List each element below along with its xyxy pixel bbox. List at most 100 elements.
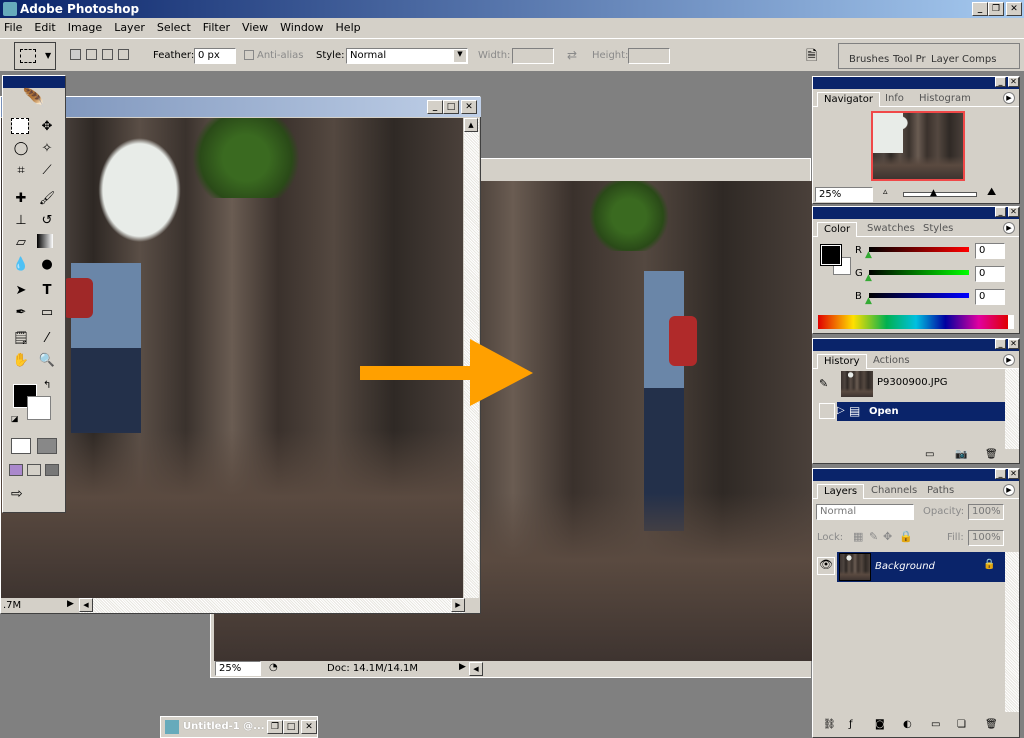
tool-preset-picker[interactable]: ▼	[14, 42, 56, 70]
restore-button[interactable]: ❐	[267, 720, 283, 734]
tab-histogram[interactable]: Histogram	[913, 92, 977, 107]
file-browser-icon[interactable]: 🗎	[806, 45, 828, 65]
default-colors-icon[interactable]: ◪	[11, 414, 19, 423]
new-layer-icon[interactable]: ❏	[957, 719, 966, 730]
layer-mask-icon[interactable]: ◙	[875, 719, 885, 730]
lock-all-icon[interactable]: 🔒	[899, 530, 913, 543]
tab-channels[interactable]: Channels	[865, 484, 923, 499]
menu-view[interactable]: View	[242, 21, 268, 38]
menu-select[interactable]: Select	[157, 21, 191, 38]
screen-mode-full-menu-icon[interactable]	[27, 464, 41, 476]
lock-position-icon[interactable]: ✥	[883, 530, 892, 543]
healing-brush-icon[interactable]: ✚	[11, 190, 31, 208]
new-snapshot-icon[interactable]: 📷	[955, 449, 967, 460]
lasso-tool-icon[interactable]: ◯	[11, 140, 31, 158]
opacity-input[interactable]: 100%	[968, 504, 1004, 520]
width-input[interactable]	[512, 48, 554, 64]
panel-close-button[interactable]: ✕	[1008, 77, 1019, 87]
history-source-checkbox[interactable]	[819, 403, 835, 419]
menu-help[interactable]: Help	[336, 21, 361, 38]
menu-edit[interactable]: Edit	[34, 21, 55, 38]
dodge-tool-icon[interactable]: ●	[37, 256, 57, 274]
lock-transparency-icon[interactable]: ▦	[853, 530, 863, 543]
status-menu-arrow-icon[interactable]: ▶	[459, 662, 466, 672]
link-icon[interactable]: ⛓	[823, 719, 836, 730]
screen-mode-full-icon[interactable]	[45, 464, 59, 476]
move-tool-icon[interactable]: ✥	[37, 118, 57, 136]
slider-thumb[interactable]: ▲	[865, 250, 872, 260]
trash-icon[interactable]: 🗑	[985, 449, 998, 460]
panel-menu-icon[interactable]: ▶	[1003, 92, 1015, 104]
new-group-icon[interactable]: ▭	[931, 719, 940, 730]
pen-tool-icon[interactable]: ✒	[11, 304, 31, 322]
slider-thumb[interactable]: ▲	[865, 273, 872, 283]
layer-row[interactable]: Background 🔒	[837, 552, 1005, 582]
palette-well-tab-layer-comps[interactable]: Layer Comps	[931, 54, 996, 65]
panel-close-button[interactable]: ✕	[1008, 469, 1019, 479]
path-selection-icon[interactable]: ➤	[11, 282, 31, 300]
panel-close-button[interactable]: ✕	[1008, 207, 1019, 217]
history-brush-source-icon[interactable]: ✎	[819, 377, 828, 390]
channel-slider[interactable]: ▲	[865, 270, 969, 283]
doc-minimize-button[interactable]: _	[427, 100, 443, 114]
background-color-swatch[interactable]	[27, 396, 51, 420]
brush-tool-icon[interactable]: 🖌	[37, 190, 57, 208]
zoom-input[interactable]: 25%	[215, 661, 261, 676]
channel-slider[interactable]: ▲	[865, 293, 969, 306]
menu-window[interactable]: Window	[280, 21, 323, 38]
toolbox-title-bar[interactable]	[3, 76, 65, 88]
tab-color[interactable]: Color	[817, 222, 858, 237]
tab-styles[interactable]: Styles	[917, 222, 959, 237]
swap-colors-icon[interactable]: ↰	[43, 380, 51, 391]
new-selection-icon[interactable]	[70, 49, 81, 60]
history-brush-icon[interactable]: ↺	[37, 212, 57, 230]
horizontal-scrollbar[interactable]: ◀ ▶	[79, 598, 465, 613]
panel-menu-icon[interactable]: ▶	[1003, 484, 1015, 496]
doc-maximize-button[interactable]: □	[443, 100, 459, 114]
channel-slider[interactable]: ▲	[865, 247, 969, 260]
notes-tool-icon[interactable]: 🗒	[11, 330, 31, 348]
tab-info[interactable]: Info	[879, 92, 910, 107]
height-input[interactable]	[628, 48, 670, 64]
lock-image-icon[interactable]: ✎	[869, 530, 878, 543]
history-scrollbar[interactable]	[1005, 369, 1019, 449]
new-document-from-state-icon[interactable]: ▭	[925, 449, 934, 460]
style-select[interactable]: Normal ▼	[346, 48, 468, 64]
channel-value-input[interactable]: 0	[975, 289, 1005, 305]
magic-wand-icon[interactable]: ✧	[37, 140, 57, 158]
blend-mode-select[interactable]: Normal	[816, 504, 914, 520]
adjustment-layer-icon[interactable]: ◐	[903, 719, 912, 730]
trash-icon[interactable]: 🗑	[985, 719, 998, 730]
scroll-up-button[interactable]: ▲	[464, 118, 478, 132]
clone-stamp-icon[interactable]: ⊥	[11, 212, 31, 230]
foreground-color-swatch[interactable]	[820, 244, 842, 266]
hand-tool-icon[interactable]: ✋	[11, 352, 31, 370]
tab-layers[interactable]: Layers	[817, 484, 865, 499]
slice-tool-icon[interactable]: ⟋	[37, 162, 57, 180]
zoom-slider[interactable]: ▲	[903, 188, 977, 198]
navigator-zoom-input[interactable]: 25%	[815, 187, 873, 202]
swap-icon[interactable]: ⇄	[567, 48, 577, 62]
scroll-left-button[interactable]: ◀	[79, 598, 93, 612]
panel-close-button[interactable]: ✕	[1008, 339, 1019, 349]
scroll-right-button[interactable]: ▶	[451, 598, 465, 612]
layer-style-icon[interactable]: ƒ	[849, 719, 853, 730]
tab-actions[interactable]: Actions	[867, 354, 916, 369]
feather-logo-icon[interactable]: 🪶	[3, 88, 65, 116]
subtract-selection-icon[interactable]	[102, 49, 113, 60]
close-button[interactable]: ✕	[1006, 2, 1022, 16]
palette-well-tab-tool-presets[interactable]: Tool Pr	[893, 54, 926, 65]
quick-mask-icon[interactable]	[37, 438, 57, 454]
slider-thumb[interactable]: ▲	[865, 296, 872, 306]
feather-input[interactable]: 0 px	[194, 48, 236, 64]
eyedropper-icon[interactable]: ⁄	[37, 330, 57, 348]
tab-navigator[interactable]: Navigator	[817, 92, 880, 107]
history-snapshot[interactable]: ✎ P9300900.JPG	[813, 369, 1005, 399]
menu-file[interactable]: File	[4, 21, 22, 38]
antialias-checkbox[interactable]	[244, 50, 254, 60]
color-spectrum-ramp[interactable]	[818, 315, 1014, 329]
tab-swatches[interactable]: Swatches	[861, 222, 921, 237]
panel-menu-icon[interactable]: ▶	[1003, 354, 1015, 366]
document-title-bar[interactable]: _ □ ✕	[1, 97, 481, 117]
zoom-in-icon[interactable]: ⛰	[987, 185, 996, 199]
